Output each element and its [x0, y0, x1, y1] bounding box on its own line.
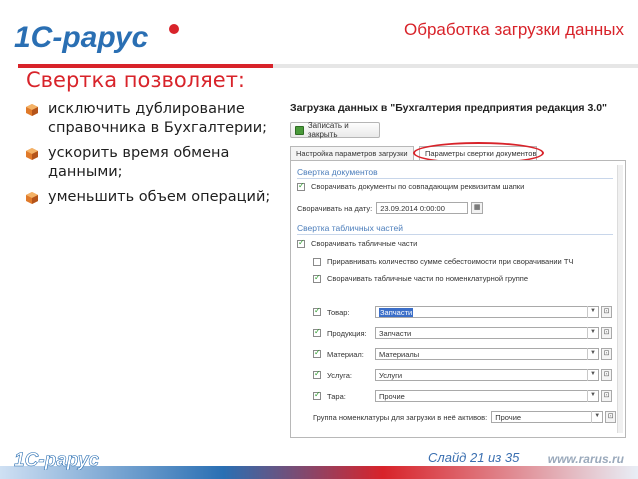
- tab-panel: Свертка документов Сворачивать документы…: [290, 160, 626, 438]
- collapse-date-label: Сворачивать на дату:: [297, 203, 373, 213]
- goods-label: Товар:: [327, 307, 350, 317]
- vertical-scrollbar[interactable]: [617, 165, 623, 433]
- service-checkbox[interactable]: [313, 369, 321, 379]
- company-logo: 1С-рарус: [14, 20, 184, 54]
- collapse-docs-row: Сворачивать документы по совпадающим рек…: [297, 181, 525, 191]
- section-divider: [297, 234, 613, 235]
- tab-load-settings[interactable]: Настройка параметров загрузки: [290, 146, 414, 160]
- footer-logo: 1С-рарус: [14, 448, 124, 470]
- material-label: Материал:: [327, 349, 364, 359]
- assets-group-value: Прочие: [495, 413, 522, 422]
- bullet-text: исключить дублирование справочника в Бух…: [48, 101, 268, 136]
- container-checkbox[interactable]: [313, 390, 321, 400]
- field-row-service: Услуга: Услуги ▼ ⊡: [313, 369, 612, 381]
- bullet-item: уменьшить объем операций;: [26, 188, 288, 207]
- dropdown-arrow-icon[interactable]: ▼: [587, 306, 598, 318]
- calendar-icon[interactable]: ▦: [471, 202, 484, 214]
- material-value: Материалы: [379, 350, 420, 359]
- open-link-icon[interactable]: ⊡: [601, 306, 612, 318]
- container-value: Прочие: [379, 392, 405, 401]
- qty-cost-row: Приравнивать количество сумме себестоимо…: [313, 257, 573, 266]
- dropdown-arrow-icon[interactable]: ▼: [587, 348, 598, 360]
- slide-heading: Свертка позволяет:: [26, 68, 246, 92]
- material-checkbox[interactable]: [313, 348, 321, 358]
- rarus-logo-icon: 1С-рарус: [14, 450, 100, 470]
- service-input[interactable]: Услуги ▼: [375, 369, 599, 381]
- collapse-tables-row: Сворачивать табличные части: [297, 238, 418, 248]
- bullet-text: уменьшить объем операций;: [48, 189, 271, 205]
- collapse-date-input[interactable]: 23.09.2014 0:00:00: [376, 202, 469, 214]
- load-data-window: Загрузка данных в "Бухгалтерия предприят…: [288, 100, 628, 440]
- qty-cost-label: Приравнивать количество сумме себестоимо…: [327, 257, 574, 266]
- service-value: Услуги: [379, 371, 403, 380]
- assets-group-input[interactable]: Прочие ▼: [491, 411, 604, 423]
- nomen-group-checkbox[interactable]: [313, 273, 321, 283]
- collapse-docs-checkbox[interactable]: [297, 181, 305, 191]
- open-link-icon[interactable]: ⊡: [601, 327, 612, 339]
- field-row-products: Продукция: Запчасти ▼ ⊡: [313, 327, 612, 339]
- logo-text: 1С-рарус: [14, 21, 149, 54]
- assets-group-row: Группа номенклатуры для загрузки в неё а…: [313, 411, 617, 423]
- container-input[interactable]: Прочие ▼: [375, 390, 599, 402]
- bullet-item: ускорить время обмена данными;: [26, 144, 288, 182]
- collapse-tables-checkbox[interactable]: [297, 238, 305, 248]
- goods-value: Запчасти: [379, 308, 414, 317]
- products-checkbox[interactable]: [313, 327, 321, 337]
- footer-logo-text: 1С-рарус: [14, 450, 99, 470]
- dropdown-arrow-icon[interactable]: ▼: [587, 369, 598, 381]
- bullet-item: исключить дублирование справочника в Бух…: [26, 100, 288, 138]
- collapse-date-row: Сворачивать на дату: 23.09.2014 0:00:00 …: [297, 202, 484, 214]
- open-link-icon[interactable]: ⊡: [601, 390, 612, 402]
- slide-number: Слайд 21 из 35: [428, 450, 520, 465]
- material-input[interactable]: Материалы ▼: [375, 348, 599, 360]
- section-divider: [297, 178, 613, 179]
- bullet-text: ускорить время обмена данными;: [48, 145, 230, 180]
- products-label: Продукция:: [327, 328, 367, 338]
- save-icon: [295, 125, 304, 135]
- nomen-group-label: Сворачивать табличные части по номенклат…: [327, 274, 529, 283]
- dropdown-arrow-icon[interactable]: ▼: [591, 411, 602, 423]
- header-title: Обработка загрузки данных: [404, 20, 624, 39]
- cube-bullet-icon: [26, 104, 38, 116]
- nomen-group-row: Сворачивать табличные части по номенклат…: [313, 273, 529, 283]
- open-link-icon[interactable]: ⊡: [601, 348, 612, 360]
- save-close-button[interactable]: Записать и закрыть: [290, 121, 380, 139]
- rarus-logo-icon: 1С-рарус: [14, 21, 179, 54]
- qty-cost-checkbox[interactable]: [313, 257, 321, 266]
- products-value: Запчасти: [379, 329, 412, 338]
- save-close-label: Записать и закрыть: [307, 121, 349, 139]
- section-title-docs: Свертка документов: [297, 167, 378, 177]
- field-row-container: Тара: Прочие ▼ ⊡: [313, 390, 612, 402]
- dropdown-arrow-icon[interactable]: ▼: [587, 390, 598, 402]
- section-title-tables: Свертка табличных частей: [297, 223, 403, 233]
- cube-bullet-icon: [26, 148, 38, 160]
- container-label: Тара:: [327, 391, 346, 401]
- assets-group-label: Группа номенклатуры для загрузки в неё а…: [313, 412, 488, 422]
- collapse-tables-label: Сворачивать табличные части: [311, 239, 418, 248]
- dropdown-arrow-icon[interactable]: ▼: [587, 327, 598, 339]
- bullet-list: исключить дублирование справочника в Бух…: [26, 100, 288, 213]
- open-link-icon[interactable]: ⊡: [601, 369, 612, 381]
- field-row-goods: Товар: Запчасти ▼ ⊡: [313, 306, 612, 318]
- goods-input[interactable]: Запчасти ▼: [375, 306, 599, 318]
- goods-checkbox[interactable]: [313, 306, 321, 316]
- cube-bullet-icon: [26, 192, 38, 204]
- field-row-material: Материал: Материалы ▼ ⊡: [313, 348, 612, 360]
- products-input[interactable]: Запчасти ▼: [375, 327, 599, 339]
- service-label: Услуга:: [327, 370, 352, 380]
- collapse-docs-label: Сворачивать документы по совпадающим рек…: [311, 182, 525, 191]
- footer-url[interactable]: www.rarus.ru: [548, 452, 624, 466]
- window-title: Загрузка данных в "Бухгалтерия предприят…: [290, 102, 608, 114]
- open-link-icon[interactable]: ⊡: [605, 411, 617, 423]
